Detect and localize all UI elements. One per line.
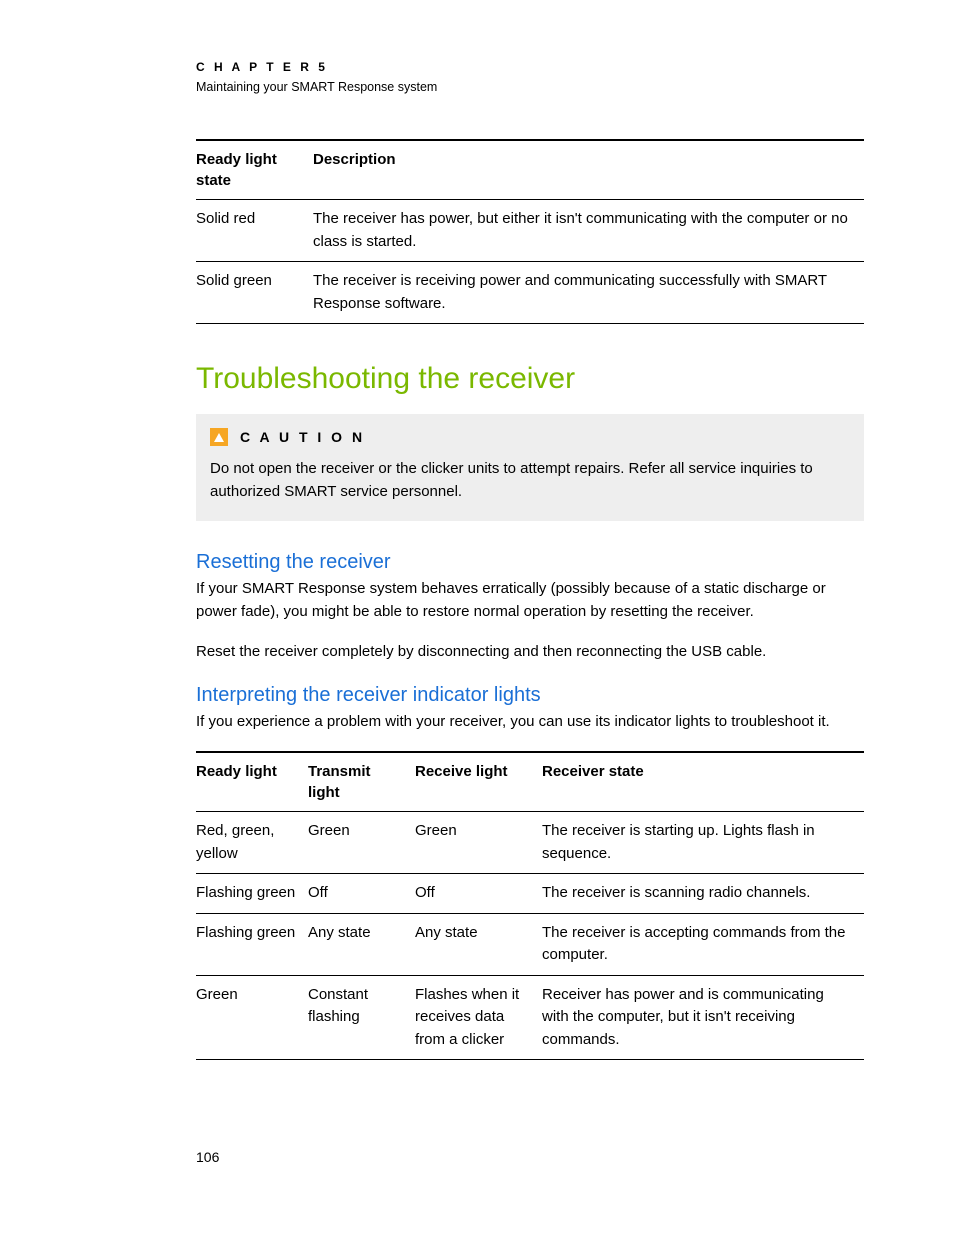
table-header: Description (313, 140, 864, 200)
cell-ready: Flashing green (196, 913, 308, 975)
cell-state: Solid green (196, 262, 313, 324)
subsection-title: Interpreting the receiver indicator ligh… (196, 684, 864, 707)
caution-label: C A U T I O N (240, 429, 365, 445)
table-header: Receiver state (542, 752, 864, 812)
cell-desc: The receiver is receiving power and comm… (313, 262, 864, 324)
subsection-title: Resetting the receiver (196, 551, 864, 574)
table-header: Ready light (196, 752, 308, 812)
body-paragraph: If your SMART Response system behaves er… (196, 578, 864, 623)
caution-box: C A U T I O N Do not open the receiver o… (196, 414, 864, 521)
cell-transmit: Off (308, 874, 415, 914)
body-paragraph: Reset the receiver completely by disconn… (196, 641, 864, 664)
section-title: Troubleshooting the receiver (196, 362, 864, 396)
cell-transmit: Constant flashing (308, 975, 415, 1060)
chapter-label: C H A P T E R 5 (196, 60, 864, 74)
cell-state: Solid red (196, 200, 313, 262)
cell-ready: Flashing green (196, 874, 308, 914)
chapter-subtitle: Maintaining your SMART Response system (196, 80, 864, 94)
cell-transmit: Any state (308, 913, 415, 975)
caution-icon (210, 428, 228, 446)
body-paragraph: If you experience a problem with your re… (196, 711, 864, 734)
table-header: Receive light (415, 752, 542, 812)
table-header: Transmit light (308, 752, 415, 812)
indicator-lights-table: Ready light Transmit light Receive light… (196, 751, 864, 1060)
cell-ready: Green (196, 975, 308, 1060)
table-row: Red, green, yellow Green Green The recei… (196, 812, 864, 874)
cell-receive: Off (415, 874, 542, 914)
caution-text: Do not open the receiver or the clicker … (210, 458, 850, 503)
cell-desc: The receiver has power, but either it is… (313, 200, 864, 262)
cell-state: Receiver has power and is communicating … (542, 975, 864, 1060)
page-number: 106 (196, 1149, 219, 1165)
caution-header: C A U T I O N (210, 428, 850, 446)
cell-receive: Flashes when it receives data from a cli… (415, 975, 542, 1060)
cell-state: The receiver is scanning radio channels. (542, 874, 864, 914)
page: C H A P T E R 5 Maintaining your SMART R… (0, 0, 954, 1235)
cell-transmit: Green (308, 812, 415, 874)
cell-state: The receiver is starting up. Lights flas… (542, 812, 864, 874)
table-row: Solid green The receiver is receiving po… (196, 262, 864, 324)
table-row: Flashing green Off Off The receiver is s… (196, 874, 864, 914)
cell-state: The receiver is accepting commands from … (542, 913, 864, 975)
cell-receive: Any state (415, 913, 542, 975)
cell-ready: Red, green, yellow (196, 812, 308, 874)
table-row: Flashing green Any state Any state The r… (196, 913, 864, 975)
table-row: Green Constant flashing Flashes when it … (196, 975, 864, 1060)
table-header: Ready light state (196, 140, 313, 200)
table-row: Solid red The receiver has power, but ei… (196, 200, 864, 262)
ready-light-state-table: Ready light state Description Solid red … (196, 139, 864, 324)
cell-receive: Green (415, 812, 542, 874)
